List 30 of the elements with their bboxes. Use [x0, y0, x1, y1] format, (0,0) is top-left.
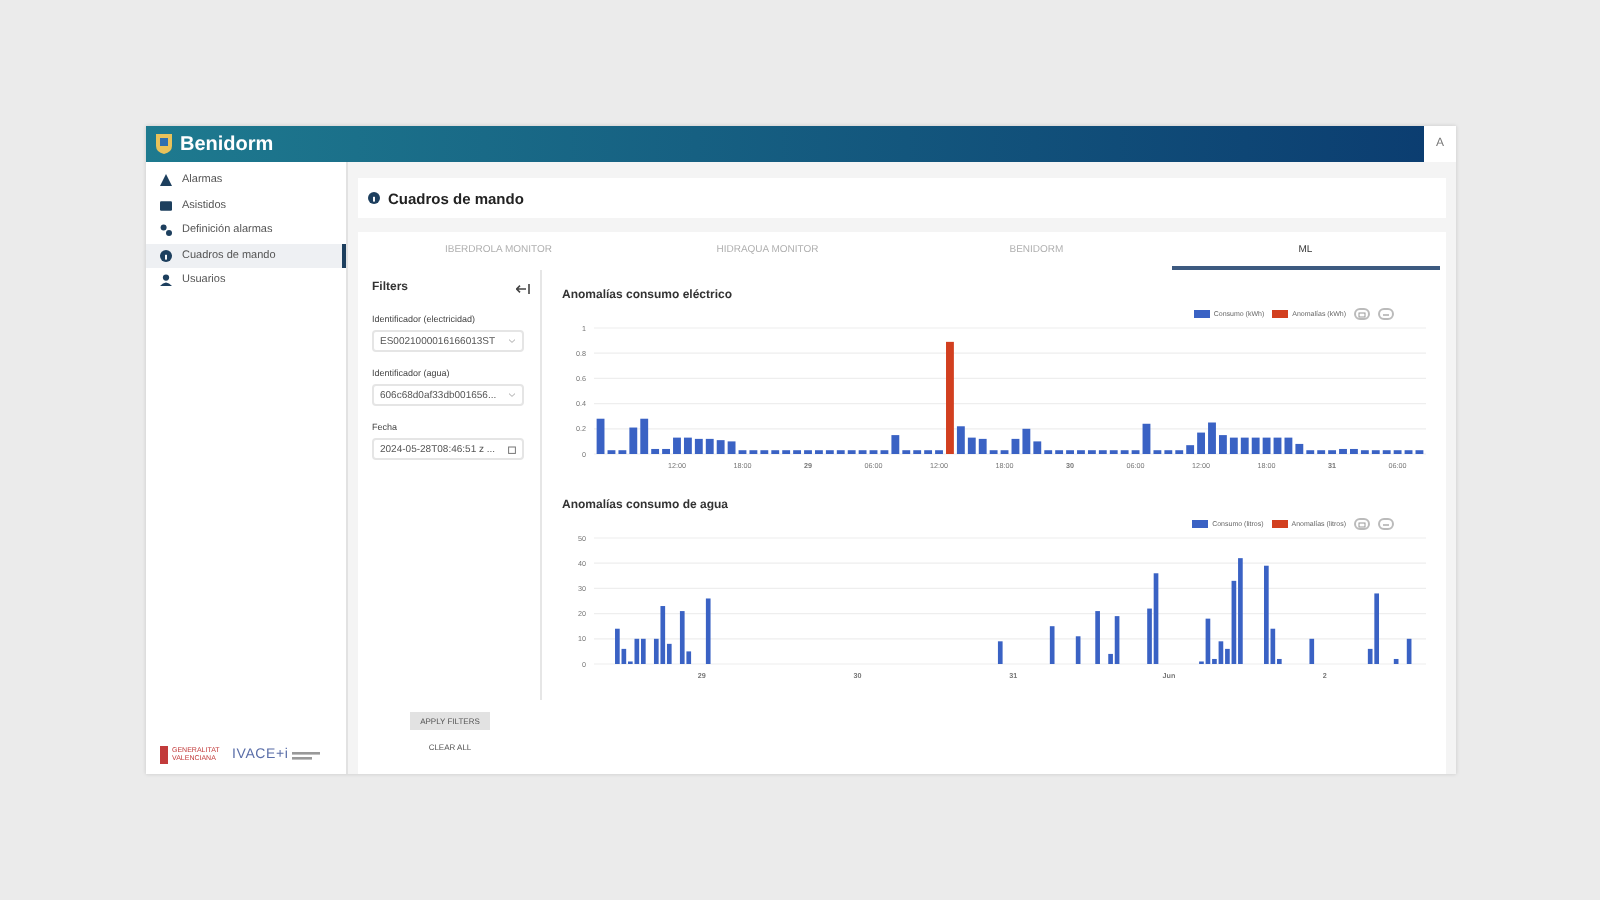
consumption-bar [1049, 626, 1055, 664]
calendar-icon [508, 445, 516, 453]
reset-button[interactable] [1378, 308, 1394, 320]
user-icon [160, 274, 172, 287]
info-icon [368, 192, 380, 204]
consumption-bar [1095, 611, 1100, 664]
zoom-button[interactable] [1354, 518, 1370, 530]
zoom-button[interactable] [1354, 308, 1370, 320]
consumption-bar [997, 641, 1003, 664]
consumption-bar [1309, 638, 1315, 664]
consumption-bar [1406, 638, 1412, 664]
reset-button[interactable] [1378, 518, 1394, 530]
consumption-bar [1208, 422, 1216, 454]
caret-icon [508, 392, 516, 398]
collapse-icon[interactable] [516, 283, 530, 293]
zoom-icon [1358, 311, 1366, 317]
caret-icon [508, 338, 516, 344]
warning-icon [160, 174, 172, 187]
info-icon [160, 249, 172, 262]
app-title: Benidorm [180, 133, 276, 155]
consumption-bar [1075, 636, 1081, 664]
zoom-icon [1358, 521, 1366, 527]
gears-icon [160, 224, 172, 237]
consumption-bar [705, 598, 711, 664]
reset-icon [1382, 311, 1390, 317]
anomaly-bar [946, 341, 954, 454]
consumption-bar [1393, 658, 1399, 664]
reset-icon [1382, 521, 1390, 527]
id-card-icon [160, 199, 172, 212]
shield-logo-icon [156, 134, 172, 154]
